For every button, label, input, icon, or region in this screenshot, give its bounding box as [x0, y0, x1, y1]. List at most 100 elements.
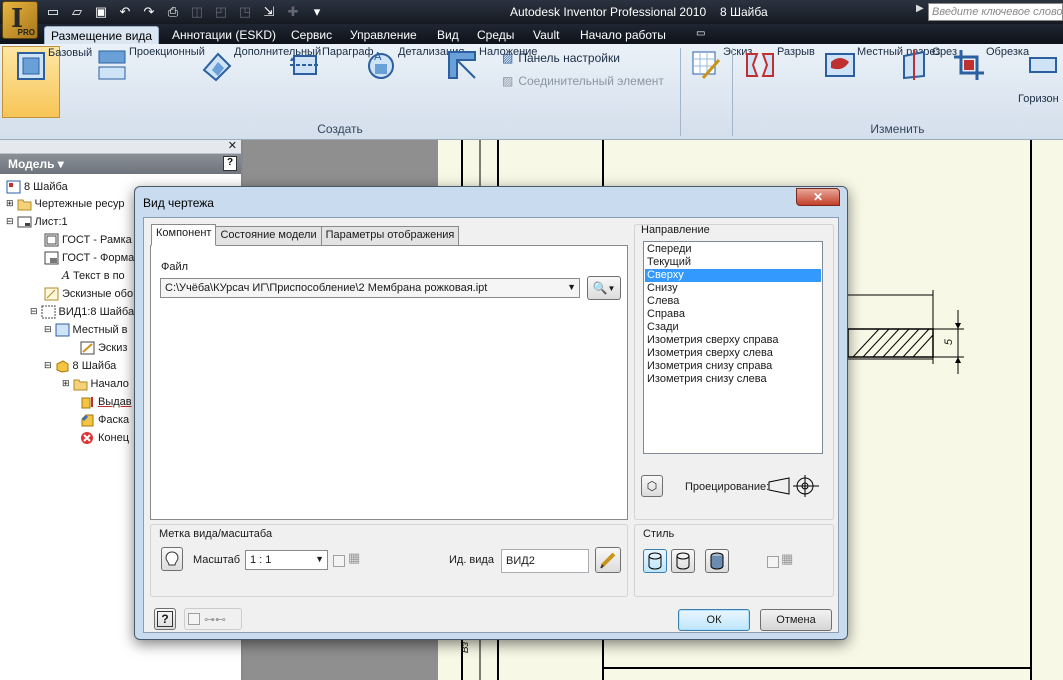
list-item[interactable]: Слева: [645, 295, 821, 308]
preview-checkbox[interactable]: [188, 613, 200, 625]
sketch-button[interactable]: Эскиз: [684, 46, 752, 118]
document-title: 8 Шайба: [720, 5, 768, 19]
app-menu-button[interactable]: I PRO: [2, 1, 38, 39]
list-item[interactable]: Изометрия сверху слева: [645, 347, 821, 360]
label-visibility-button[interactable]: [161, 547, 183, 571]
list-item[interactable]: Снизу: [645, 282, 821, 295]
direction-list[interactable]: Спереди Текущий Сверху Снизу Слева Справ…: [643, 241, 823, 454]
list-item[interactable]: Справа: [645, 308, 821, 321]
browse-file-button[interactable]: 🔍 ▼: [587, 276, 621, 300]
tree-item-title-block[interactable]: ГОСТ - Форма: [44, 249, 134, 266]
update-icon[interactable]: ◫: [186, 2, 208, 22]
tree-item-part[interactable]: ⊟ 8 Шайба: [44, 357, 116, 374]
collapse-icon[interactable]: ⊟: [44, 360, 52, 371]
connector-button[interactable]: ▨ Соединительный элемент: [502, 72, 664, 90]
crop-button[interactable]: Обрезка: [942, 46, 1029, 118]
collapse-icon[interactable]: ⊟: [6, 216, 14, 227]
undo-icon[interactable]: ↶: [114, 2, 136, 22]
list-item[interactable]: Текущий: [645, 256, 821, 269]
tab-place-views[interactable]: Размещение вида: [44, 26, 160, 44]
scale-value: 1 : 1: [250, 554, 272, 566]
cylinder-shaded-icon: [710, 552, 724, 570]
close-button[interactable]: ✕: [796, 188, 840, 206]
overlay-view-icon: [448, 51, 476, 79]
tab-get-started[interactable]: Начало работы: [580, 26, 666, 44]
browser-help-icon[interactable]: ?: [223, 156, 237, 171]
redo-icon[interactable]: ↷: [138, 2, 160, 22]
expand-icon[interactable]: ⊞: [62, 378, 70, 389]
style-hidden-removed-button[interactable]: [671, 549, 695, 573]
new-icon[interactable]: ▭: [42, 2, 64, 22]
tab-display-options[interactable]: Параметры отображения: [320, 226, 460, 246]
tree-item-sheet[interactable]: ⊟ Лист:1: [6, 213, 68, 230]
tree-item-extrusion[interactable]: Выдав: [80, 393, 132, 410]
detail-view-button[interactable]: A Детализация: [343, 46, 464, 118]
slice-button[interactable]: Срез: [895, 46, 957, 118]
horizontal-button[interactable]: Горизон: [1014, 46, 1063, 118]
help-search-input[interactable]: Введите ключевое слово/фразу: [928, 3, 1063, 21]
tab-tools[interactable]: Сервис: [291, 26, 332, 44]
view-id-input[interactable]: ВИД2: [501, 549, 589, 573]
list-item[interactable]: Спереди: [645, 243, 821, 256]
view-orientation-button[interactable]: ⬡: [641, 475, 663, 497]
base-view-button[interactable]: Базовый: [2, 46, 92, 118]
scale-checkbox[interactable]: [333, 555, 345, 567]
scale-combo[interactable]: 1 : 1 ▼: [245, 550, 328, 570]
ok-button[interactable]: ОК: [678, 609, 750, 631]
print-icon[interactable]: ⎙: [162, 2, 184, 22]
tree-item-view1[interactable]: ⊟ ВИД1:8 Шайба: [30, 303, 134, 320]
draft-view-button[interactable]: ▨ Панель настройки: [502, 49, 620, 67]
tab-vault[interactable]: Vault: [533, 26, 559, 44]
tree-item-end[interactable]: Конец: [80, 429, 129, 446]
list-item[interactable]: Сзади: [645, 321, 821, 334]
tree-item-origin[interactable]: ⊞ Начало: [62, 375, 129, 392]
minimize-ribbon-icon[interactable]: ▭: [696, 26, 705, 44]
copy-icon[interactable]: ◳: [234, 2, 256, 22]
style-hidden-line-button[interactable]: [643, 549, 667, 573]
style-from-base-checkbox[interactable]: [767, 556, 779, 568]
return-icon[interactable]: ⇲: [258, 2, 280, 22]
tree-item-chamfer[interactable]: Фаска: [80, 411, 129, 428]
tab-annotate[interactable]: Аннотации (ESKD): [172, 26, 276, 44]
tree-item-resources[interactable]: ⊞ Чертежные ресур: [6, 195, 125, 212]
tree-item-root[interactable]: 8 Шайба: [6, 178, 68, 195]
crosshair-icon[interactable]: ✚: [282, 2, 304, 22]
tree-item-break-out[interactable]: ⊟ Местный в: [44, 321, 128, 338]
cancel-button[interactable]: Отмена: [760, 609, 832, 631]
tab-view[interactable]: Вид: [437, 26, 459, 44]
open-icon[interactable]: ▱: [66, 2, 88, 22]
tab-component[interactable]: Компонент: [151, 224, 217, 246]
overlay-view-button[interactable]: Наложение: [427, 46, 537, 118]
expand-icon[interactable]: ⊞: [6, 198, 14, 209]
browser-close-icon[interactable]: ✕: [228, 139, 237, 152]
browser-header[interactable]: Модель ▾ ?: [0, 154, 241, 174]
tree-item-text[interactable]: A Текст в по: [62, 267, 125, 284]
break-button[interactable]: Разрыв: [736, 46, 815, 118]
tree-item-sketch-symbols[interactable]: Эскизные обо: [44, 285, 133, 302]
tree-item-sketch[interactable]: Эскиз: [80, 339, 127, 356]
tab-manage[interactable]: Управление: [350, 26, 417, 44]
save-icon[interactable]: ▣: [90, 2, 112, 22]
projection-type-icon[interactable]: [767, 474, 821, 498]
border-icon: [44, 233, 59, 246]
collapse-icon[interactable]: ⊟: [44, 324, 52, 335]
measure-icon[interactable]: ◰: [210, 2, 232, 22]
collapse-icon[interactable]: ⊟: [30, 306, 38, 317]
section-view-button[interactable]: Параграф: [275, 46, 374, 118]
list-item-selected[interactable]: Сверху: [645, 269, 821, 282]
search-expand-icon[interactable]: ▶: [916, 3, 926, 20]
help-button[interactable]: ?: [154, 608, 176, 630]
tab-model-state[interactable]: Состояние модели: [215, 226, 322, 246]
list-item[interactable]: Изометрия сверху справа: [645, 334, 821, 347]
tree-item-border[interactable]: ГОСТ - Рамка: [44, 231, 132, 248]
list-item[interactable]: Изометрия снизу справа: [645, 360, 821, 373]
break-out-button[interactable]: Местный разрез: [792, 46, 940, 118]
projected-view-button[interactable]: Проекционный: [66, 46, 205, 118]
tab-environments[interactable]: Среды: [477, 26, 514, 44]
style-shaded-button[interactable]: [705, 549, 729, 573]
customize-qat-icon[interactable]: ▾: [306, 2, 328, 22]
file-path-combo[interactable]: C:\Учёба\КУрсач ИГ\Приспособление\2 Мемб…: [160, 278, 580, 298]
list-item[interactable]: Изометрия снизу слева: [645, 373, 821, 386]
auxiliary-view-button[interactable]: Дополнительный: [165, 46, 321, 118]
edit-view-label-button[interactable]: [595, 547, 621, 573]
